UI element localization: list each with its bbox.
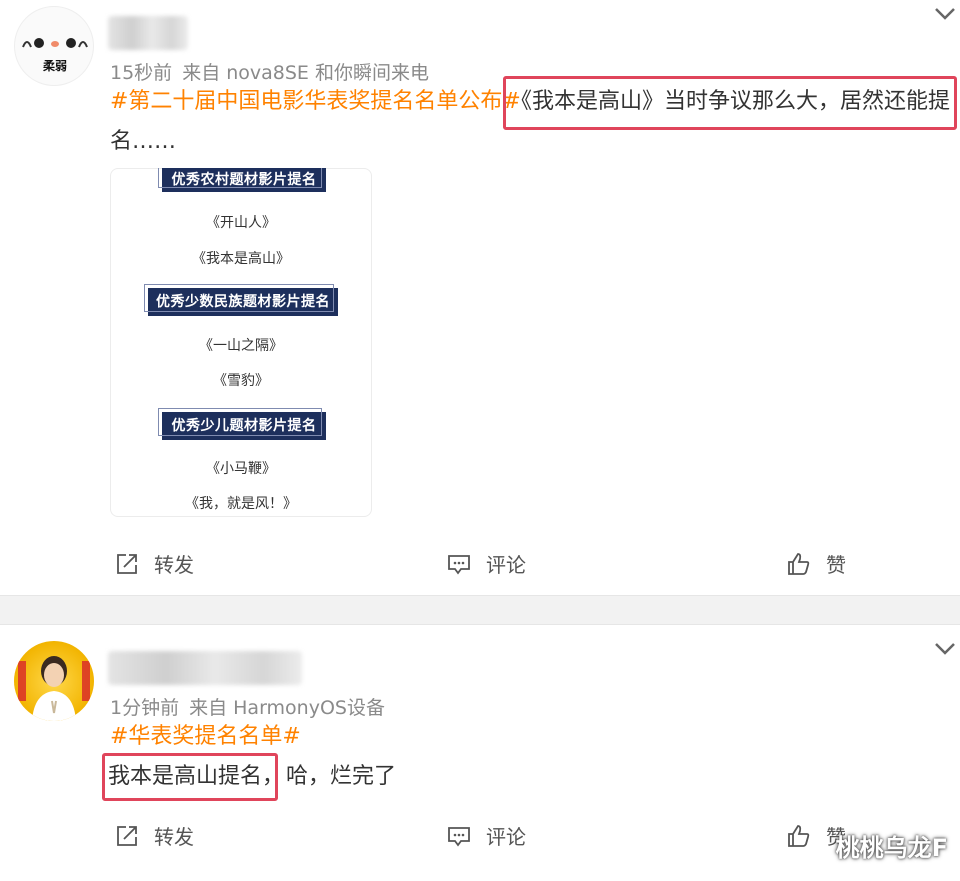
film-title: 《雪豹》: [213, 373, 269, 389]
comment-button[interactable]: 评论: [446, 549, 526, 578]
like-button[interactable]: 赞: [786, 549, 846, 578]
film-title: 《我，就是风！》: [185, 496, 297, 512]
highlight-text: 我本是高山提名，: [108, 764, 285, 789]
comment-label: 评论: [486, 825, 526, 849]
repost-label: 转发: [154, 553, 194, 577]
username-blurred[interactable]: [108, 651, 302, 685]
category-banner: 优秀农村题材影片提名: [158, 168, 331, 197]
film-title: 《开山人》: [206, 215, 276, 231]
like-label: 赞: [826, 553, 846, 577]
post-image[interactable]: 优秀农村题材影片提名 《开山人》 《我本是高山》 优秀少数民族题材影片提名 《一…: [110, 168, 372, 517]
post-source: 来自 nova8SE 和你瞬间来电: [182, 62, 429, 84]
avatar-face-icon: [22, 38, 88, 48]
share-icon: [117, 825, 137, 846]
weibo-post-1: 柔弱 15秒前 来自 nova8SE 和你瞬间来电 #第二十届中国电影华表奖提名名…: [0, 0, 960, 595]
post-time: 1分钟前: [110, 697, 180, 719]
topic-link[interactable]: #华表奖提名名单#: [110, 724, 301, 749]
user-avatar[interactable]: 柔弱: [14, 6, 94, 86]
post-source: 来自 HarmonyOS设备: [189, 697, 385, 719]
category-banner: 优秀少儿题材影片提名: [158, 408, 331, 445]
repost-label: 转发: [154, 825, 194, 849]
post-text-rest: 哈，烂完了: [286, 764, 397, 789]
username-blurred[interactable]: [108, 16, 188, 50]
topic-link[interactable]: #第二十届中国电影华表奖提名名单公布#: [110, 89, 521, 114]
share-icon: [117, 553, 137, 574]
post-text-line1: #第二十届中国电影华表奖提名名单公布#: [110, 82, 521, 122]
comment-label: 评论: [486, 553, 526, 577]
watermark: 桃桃乌龙F: [835, 834, 948, 862]
post-separator: [0, 595, 960, 625]
thumbs-up-icon: [788, 552, 810, 575]
post-text-line1: #华表奖提名名单#: [110, 717, 301, 757]
repost-button[interactable]: 转发: [114, 821, 194, 850]
post-meta: 1分钟前 来自 HarmonyOS设备: [110, 693, 385, 720]
comment-icon: [448, 554, 470, 574]
thumbs-up-icon: [788, 824, 810, 847]
film-title: 《一山之隔》: [199, 338, 283, 354]
highlight-text: 《我本是高山》当时争议那么大，居然还能提: [510, 89, 951, 114]
repost-button[interactable]: 转发: [114, 549, 194, 578]
chevron-down-icon[interactable]: [930, 637, 960, 661]
comment-icon: [448, 826, 470, 846]
avatar-label: 柔弱: [42, 59, 67, 73]
post-text-line2: 名……: [110, 129, 177, 154]
film-title: 《我本是高山》: [192, 251, 290, 267]
chevron-down-icon[interactable]: [930, 2, 960, 26]
post-meta: 15秒前 来自 nova8SE 和你瞬间来电: [110, 58, 429, 85]
category-banner: 优秀少数民族题材影片提名: [144, 284, 343, 321]
comment-button[interactable]: 评论: [446, 821, 526, 850]
avatar-portrait-icon: [18, 656, 90, 721]
film-title: 《小马鞭》: [206, 461, 276, 477]
post-time: 15秒前: [110, 62, 173, 84]
user-avatar[interactable]: [14, 641, 94, 721]
weibo-post-2: 1分钟前 来自 HarmonyOS设备 #华表奖提名名单# 我本是高山提名， 哈，…: [0, 625, 960, 881]
